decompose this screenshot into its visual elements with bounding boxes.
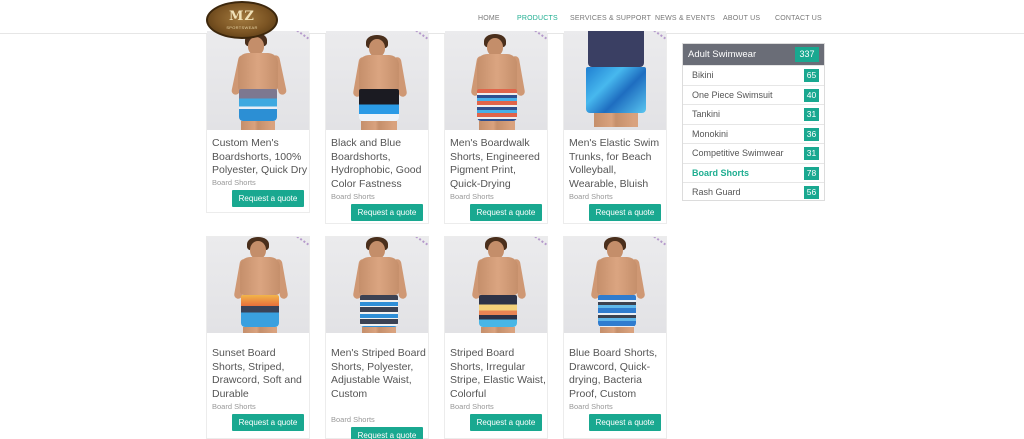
product-card[interactable]: Black and Blue Boardshorts, Hydrophobic,… (325, 31, 429, 224)
count-badge: 40 (804, 88, 819, 102)
logo-subtext: SPORTSWEAR (226, 25, 258, 30)
nav-contact-us[interactable]: CONTACT US (775, 15, 822, 22)
stamp-mark (525, 31, 547, 49)
count-badge: 65 (804, 69, 819, 82)
stamp-mark (406, 31, 428, 49)
request-quote-button[interactable]: Request a quote (232, 414, 304, 431)
sidebar-item-label: Monokini (692, 128, 729, 139)
product-image[interactable] (564, 31, 666, 130)
sidebar-item-board-shorts[interactable]: Board Shorts 78 (683, 162, 824, 183)
nav-home[interactable]: HOME (478, 15, 500, 22)
product-card[interactable]: Striped Board Shorts, Irregular Stripe, … (444, 236, 548, 439)
nav-products[interactable]: PRODUCTS (517, 15, 558, 22)
sidebar-item-label: Competitive Swimwear (692, 148, 784, 158)
brand-logo[interactable]: MZ SPORTSWEAR (206, 1, 278, 39)
product-card[interactable]: Men's Striped Board Shorts, Polyester, A… (325, 236, 429, 439)
site-header: MZ SPORTSWEAR HOME PRODUCTS SERVICES & S… (0, 0, 1024, 39)
sidebar-item-label: Rash Guard (692, 187, 741, 197)
nav-news-events[interactable]: NEWS & EVENTS (655, 15, 715, 22)
request-quote-button[interactable]: Request a quote (351, 204, 423, 221)
stamp-mark (525, 237, 547, 255)
nav-about-us[interactable]: ABOUT US (723, 15, 760, 22)
product-title[interactable]: Black and Blue Boardshorts, Hydrophobic,… (331, 137, 427, 191)
sidebar-header[interactable]: Adult Swimwear 337 (683, 44, 824, 65)
stamp-mark (406, 237, 428, 255)
nav-services-support[interactable]: SERVICES & SUPPORT (570, 15, 651, 22)
product-category: Board Shorts (450, 402, 494, 411)
sidebar-item-label: One Piece Swimsuit (692, 89, 773, 100)
product-title[interactable]: Blue Board Shorts, Drawcord, Quick-dryin… (569, 347, 665, 401)
stamp-mark (644, 31, 666, 49)
product-category: Board Shorts (331, 192, 375, 201)
product-image[interactable] (326, 31, 428, 130)
count-badge: 31 (804, 108, 819, 121)
request-quote-button[interactable]: Request a quote (232, 190, 304, 207)
product-title[interactable]: Sunset Board Shorts, Striped, Drawcord, … (212, 347, 308, 401)
product-category: Board Shorts (569, 402, 613, 411)
sidebar-item-label: Board Shorts (692, 167, 750, 178)
stamp-mark (644, 237, 666, 255)
request-quote-button[interactable]: Request a quote (351, 427, 423, 439)
product-category: Board Shorts (331, 415, 375, 424)
sidebar-item-label: Tankini (692, 109, 721, 119)
product-image[interactable] (564, 237, 666, 333)
product-image[interactable] (326, 237, 428, 333)
product-card[interactable]: Men's Boardwalk Shorts, Engineered Pigme… (444, 31, 548, 224)
product-card[interactable]: Men's Elastic Swim Trunks, for Beach Vol… (563, 31, 667, 224)
count-badge: 31 (804, 147, 819, 160)
request-quote-button[interactable]: Request a quote (470, 204, 542, 221)
sidebar-item-tankini[interactable]: Tankini 31 (683, 104, 824, 124)
count-badge: 78 (804, 166, 819, 180)
product-card[interactable]: Blue Board Shorts, Drawcord, Quick-dryin… (563, 236, 667, 439)
product-image[interactable] (207, 31, 309, 130)
sidebar-item-monokini[interactable]: Monokini 36 (683, 123, 824, 144)
count-badge: 36 (804, 127, 819, 141)
category-sidebar: Adult Swimwear 337 Bikini 65 One Piece S… (682, 43, 825, 201)
product-category: Board Shorts (212, 402, 256, 411)
product-title[interactable]: Men's Elastic Swim Trunks, for Beach Vol… (569, 137, 665, 191)
request-quote-button[interactable]: Request a quote (589, 204, 661, 221)
product-image[interactable] (445, 31, 547, 130)
sidebar-item-bikini[interactable]: Bikini 65 (683, 65, 824, 85)
product-category: Board Shorts (569, 192, 613, 201)
stamp-mark (287, 237, 309, 255)
product-title[interactable]: Men's Striped Board Shorts, Polyester, A… (331, 347, 427, 401)
sidebar-item-competitive-swimwear[interactable]: Competitive Swimwear 31 (683, 143, 824, 163)
sidebar-title: Adult Swimwear (688, 49, 757, 60)
sidebar-item-one-piece-swimsuit[interactable]: One Piece Swimsuit 40 (683, 84, 824, 105)
product-title[interactable]: Men's Boardwalk Shorts, Engineered Pigme… (450, 137, 546, 191)
product-category: Board Shorts (450, 192, 494, 201)
product-title[interactable]: Custom Men's Boardshorts, 100% Polyester… (212, 137, 308, 178)
sidebar-item-rash-guard[interactable]: Rash Guard 56 (683, 182, 824, 202)
request-quote-button[interactable]: Request a quote (470, 414, 542, 431)
sidebar-item-label: Bikini (692, 70, 714, 80)
product-image[interactable] (207, 237, 309, 333)
stamp-mark (287, 31, 309, 49)
product-card[interactable]: Custom Men's Boardshorts, 100% Polyester… (206, 31, 310, 213)
product-title[interactable]: Striped Board Shorts, Irregular Stripe, … (450, 347, 546, 401)
logo-text: MZ (229, 9, 255, 24)
product-card[interactable]: Sunset Board Shorts, Striped, Drawcord, … (206, 236, 310, 439)
request-quote-button[interactable]: Request a quote (589, 414, 661, 431)
product-image[interactable] (445, 237, 547, 333)
count-badge: 337 (795, 47, 819, 62)
count-badge: 56 (804, 186, 819, 199)
product-category: Board Shorts (212, 178, 256, 187)
